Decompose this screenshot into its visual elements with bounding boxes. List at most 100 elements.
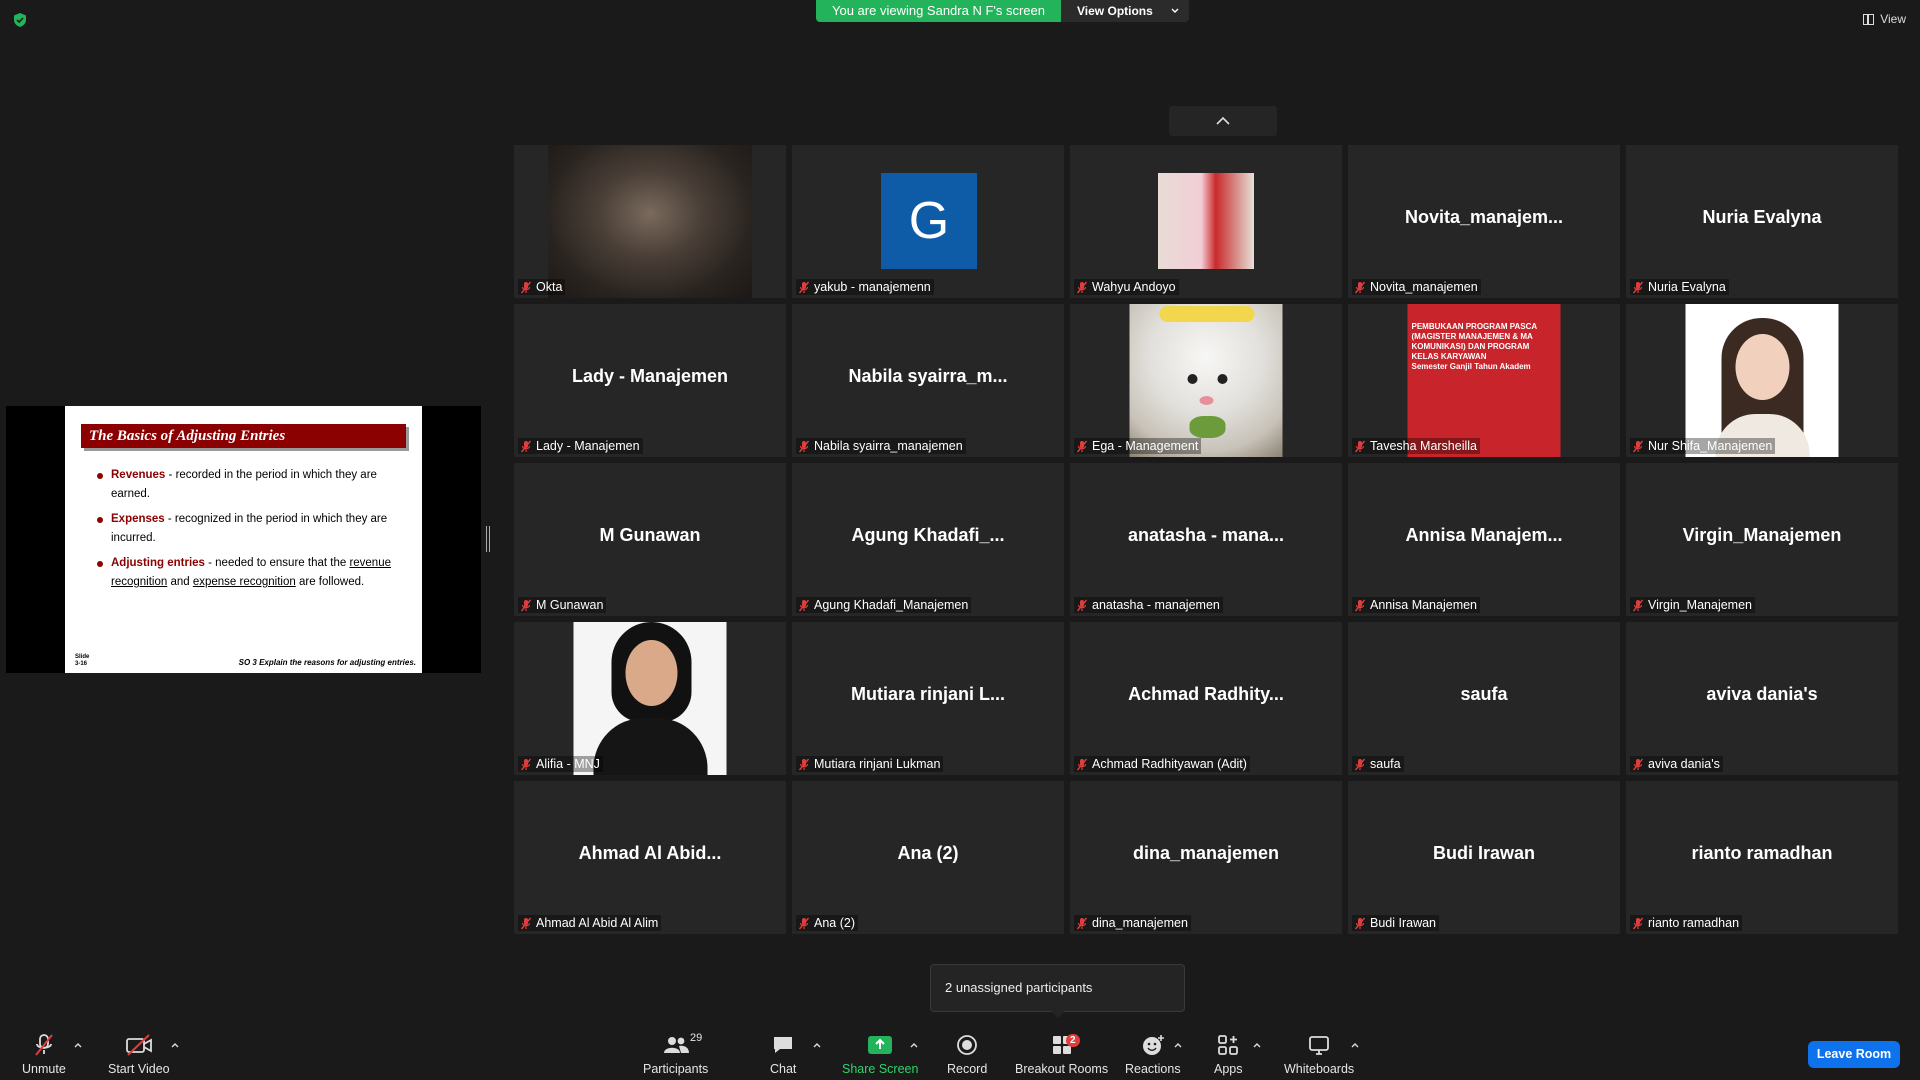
participant-tile[interactable]: PEMBUKAAN PROGRAM PASCA (MAGISTER MANAJEM… <box>1348 304 1620 457</box>
breakout-rooms-button[interactable]: Breakout Rooms <box>1015 1032 1108 1076</box>
share-screen-button[interactable]: Share Screen <box>842 1032 918 1076</box>
participant-tile[interactable]: anatasha - mana... anatasha - manajemen <box>1070 463 1342 616</box>
security-shield-icon[interactable] <box>12 12 28 28</box>
participant-profile-photo <box>1129 304 1283 457</box>
participant-tile[interactable]: Novita_manajem... Novita_manajemen <box>1348 145 1620 298</box>
share-options-caret-icon[interactable] <box>909 1040 919 1050</box>
participant-name-label: Ahmad Al Abid Al Alim <box>518 915 662 931</box>
participant-tile[interactable]: Virgin_Manajemen Virgin_Manajemen <box>1626 463 1898 616</box>
view-button[interactable]: View <box>1863 12 1906 26</box>
chevron-down-icon <box>1171 8 1179 13</box>
participant-tile[interactable]: Okta <box>514 145 786 298</box>
slide-bullet: Expenses - recognized in the period in w… <box>97 510 397 548</box>
reactions-label: Reactions <box>1125 1062 1181 1076</box>
participant-name: anatasha - manajemen <box>1092 598 1220 612</box>
reactions-options-caret-icon[interactable] <box>1173 1040 1183 1050</box>
slide-bullet-list: Revenues - recorded in the period in whi… <box>97 466 397 598</box>
participant-display-name: M Gunawan <box>599 525 701 545</box>
participant-name: M Gunawan <box>536 598 604 612</box>
participant-name-label: Nabila syairra_manajemen <box>796 438 966 454</box>
participant-tile[interactable]: aviva dania's aviva dania's <box>1626 622 1898 775</box>
participant-tile[interactable]: Gyakub - manajemenn <box>792 145 1064 298</box>
participant-name: Ega - Management <box>1092 439 1199 453</box>
microphone-muted-icon <box>520 440 532 452</box>
reactions-button[interactable]: Reactions <box>1125 1032 1181 1076</box>
previous-page-button[interactable] <box>1169 106 1277 136</box>
participant-avatar: G <box>881 173 977 269</box>
leave-room-button[interactable]: Leave Room <box>1808 1041 1900 1068</box>
apps-icon <box>1218 1035 1239 1055</box>
start-video-button[interactable]: Start Video <box>108 1032 170 1076</box>
microphone-muted-icon <box>1076 281 1088 293</box>
participant-count: 29 <box>690 1032 703 1044</box>
participant-name: Lady - Manajemen <box>536 439 640 453</box>
avatar-letter: G <box>908 192 950 250</box>
participant-tile[interactable]: Alifia - MNJ <box>514 622 786 775</box>
participant-name-label: Lady - Manajemen <box>518 438 643 454</box>
bullet-dot-icon <box>97 561 103 567</box>
microphone-muted-icon <box>520 599 532 611</box>
microphone-muted-icon <box>520 281 532 293</box>
participant-tile[interactable]: Nur Shifa_Manajemen <box>1626 304 1898 457</box>
shared-screen-view[interactable]: The Basics of Adjusting Entries Revenues… <box>6 406 481 673</box>
participant-display-name: saufa <box>1460 684 1508 704</box>
apps-options-caret-icon[interactable] <box>1252 1040 1262 1050</box>
participant-name: Nur Shifa_Manajemen <box>1648 439 1773 453</box>
participant-tile[interactable]: Ega - Management <box>1070 304 1342 457</box>
whiteboards-button[interactable]: Whiteboards <box>1284 1032 1354 1076</box>
whiteboards-options-caret-icon[interactable] <box>1350 1040 1360 1050</box>
participant-tile[interactable]: M Gunawan M Gunawan <box>514 463 786 616</box>
record-button[interactable]: Record <box>947 1032 987 1076</box>
chat-button[interactable]: Chat <box>770 1032 796 1076</box>
chat-options-caret-icon[interactable] <box>812 1040 822 1050</box>
participant-display-name: Nabila syairra_m... <box>848 366 1008 386</box>
participant-name: Agung Khadafi_Manajemen <box>814 598 969 612</box>
apps-button[interactable]: Apps <box>1214 1032 1243 1076</box>
participant-name: dina_manajemen <box>1092 916 1188 930</box>
participant-name: Achmad Radhityawan (Adit) <box>1092 757 1247 771</box>
participant-name-label: dina_manajemen <box>1074 915 1191 931</box>
participant-name-label: anatasha - manajemen <box>1074 597 1223 613</box>
microphone-muted-icon <box>798 758 810 770</box>
participant-tile[interactable]: Mutiara rinjani L... Mutiara rinjani Lukm… <box>792 622 1064 775</box>
bullet-dot-icon <box>97 473 103 479</box>
participant-name-label: rianto ramadhan <box>1630 915 1743 931</box>
microphone-muted-icon <box>1632 281 1644 293</box>
participant-name-label: Ana (2) <box>796 915 858 931</box>
whiteboards-label: Whiteboards <box>1284 1062 1355 1076</box>
participant-tile[interactable]: Annisa Manajem... Annisa Manajemen <box>1348 463 1620 616</box>
participant-tile[interactable]: Wahyu Andoyo <box>1070 145 1342 298</box>
participant-tile[interactable]: Budi Irawan Budi Irawan <box>1348 781 1620 934</box>
participant-tile[interactable]: Nabila syairra_m... Nabila syairra_manaje… <box>792 304 1064 457</box>
participant-name-label: Okta <box>518 279 566 295</box>
participant-tile[interactable]: Lady - Manajemen Lady - Manajemen <box>514 304 786 457</box>
view-options-button[interactable]: View Options <box>1061 0 1189 22</box>
whiteboard-icon <box>1309 1036 1329 1055</box>
panel-resize-handle[interactable] <box>486 526 490 552</box>
unmute-button[interactable]: Unmute <box>22 1032 66 1076</box>
microphone-muted-icon <box>1076 440 1088 452</box>
microphone-muted-icon <box>520 917 532 929</box>
participant-tile[interactable]: Ahmad Al Abid... Ahmad Al Abid Al Alim <box>514 781 786 934</box>
participant-tile[interactable]: Nuria Evalyna Nuria Evalyna <box>1626 145 1898 298</box>
breakout-rooms-label: Breakout Rooms <box>1015 1062 1109 1076</box>
microphone-muted-icon <box>1632 440 1644 452</box>
participant-name: Alifia - MNJ <box>536 757 600 771</box>
video-options-caret-icon[interactable] <box>170 1040 180 1050</box>
participant-tile[interactable]: saufa saufa <box>1348 622 1620 775</box>
participant-tile[interactable]: dina_manajemen dina_manajemen <box>1070 781 1342 934</box>
unmute-label: Unmute <box>22 1062 66 1076</box>
participant-name: Tavesha Marsheilla <box>1370 439 1477 453</box>
participant-tile[interactable]: Agung Khadafi_... Agung Khadafi_Manajemen <box>792 463 1064 616</box>
bullet-underlined-term: expense recognition <box>192 576 296 588</box>
participant-display-name: Budi Irawan <box>1432 843 1535 863</box>
participant-name-label: Tavesha Marsheilla <box>1352 438 1480 454</box>
participant-tile[interactable]: Ana (2) Ana (2) <box>792 781 1064 934</box>
record-icon <box>957 1035 978 1055</box>
participant-video <box>548 145 752 298</box>
participant-display-name: Lady - Manajemen <box>571 366 729 386</box>
participant-tile[interactable]: Achmad Radhity... Achmad Radhityawan (Adi… <box>1070 622 1342 775</box>
audio-options-caret-icon[interactable] <box>73 1040 83 1050</box>
participant-tile[interactable]: rianto ramadhan rianto ramadhan <box>1626 781 1898 934</box>
gallery-view-icon <box>1863 13 1875 25</box>
